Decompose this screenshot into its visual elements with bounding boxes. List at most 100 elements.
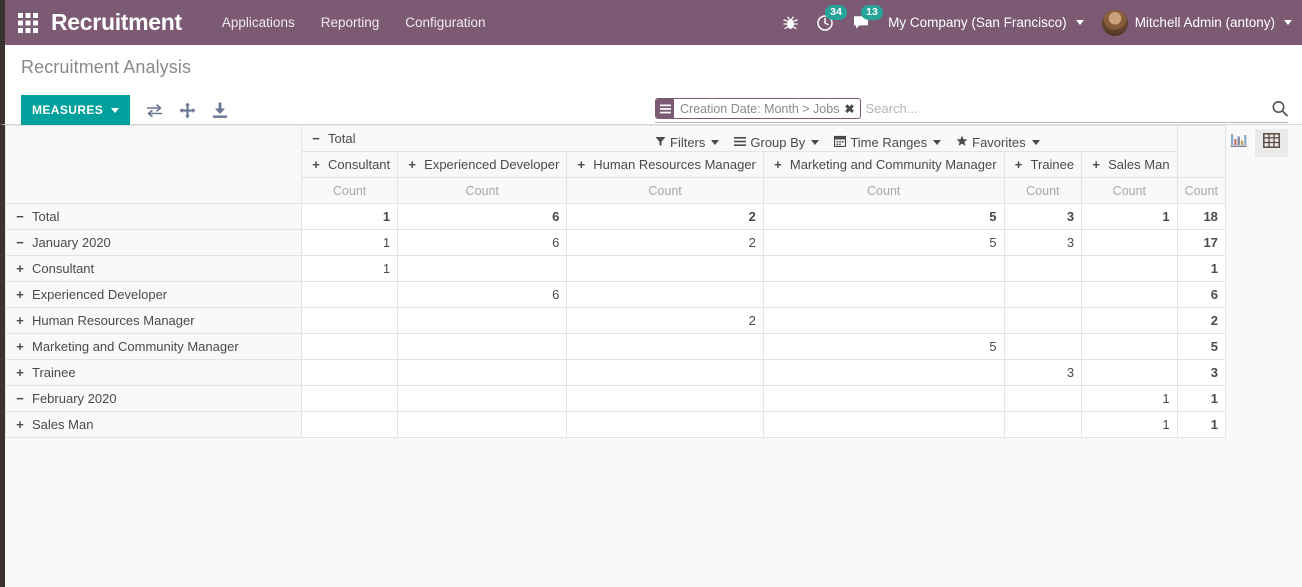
time-ranges-dropdown[interactable]: Time Ranges	[834, 135, 942, 150]
pivot-cell[interactable]	[1081, 255, 1178, 282]
pivot-cell[interactable]: 2	[566, 307, 764, 334]
expand-icon[interactable]: +	[309, 158, 323, 171]
pivot-cell[interactable]	[1081, 307, 1178, 334]
pivot-row-total-cell[interactable]: 1	[1176, 411, 1226, 438]
pivot-cell[interactable]	[566, 411, 764, 438]
remove-facet-icon[interactable]: ✖	[844, 103, 859, 115]
pivot-cell[interactable]: 5	[762, 333, 1005, 360]
pivot-row-header[interactable]: + Sales Man	[5, 411, 302, 438]
pivot-cell[interactable]	[300, 385, 399, 412]
pivot-cell[interactable]	[300, 333, 399, 360]
expand-icon[interactable]: +	[1089, 158, 1103, 171]
pivot-row-total-cell[interactable]: 1	[1176, 385, 1226, 412]
expand-icon[interactable]: +	[13, 366, 27, 379]
pivot-cell[interactable]	[397, 359, 568, 386]
pivot-row-header[interactable]: − February 2020	[5, 385, 302, 412]
pivot-cell[interactable]	[762, 385, 1005, 412]
search-icon[interactable]	[1265, 100, 1288, 117]
pivot-cell[interactable]	[1081, 333, 1178, 360]
pivot-col-marketing-and-community-manager[interactable]: + Marketing and Community Manager	[762, 151, 1005, 178]
expand-icon[interactable]: +	[13, 288, 27, 301]
pivot-cell[interactable]: 2	[566, 203, 764, 230]
expand-all-icon[interactable]	[179, 102, 196, 119]
clock-activity-icon[interactable]: 34	[816, 4, 847, 32]
collapse-icon[interactable]: −	[13, 210, 27, 223]
pivot-col-trainee[interactable]: + Trainee	[1003, 151, 1083, 178]
pivot-row-header[interactable]: + Experienced Developer	[5, 281, 302, 308]
bug-icon[interactable]	[783, 15, 798, 31]
pivot-cell[interactable]: 1	[1081, 411, 1178, 438]
pivot-row-total-cell[interactable]: 18	[1176, 203, 1226, 230]
pivot-cell[interactable]	[762, 307, 1005, 334]
pivot-cell[interactable]	[300, 359, 399, 386]
pivot-cell[interactable]	[566, 255, 764, 282]
pivot-view-button[interactable]	[1255, 128, 1288, 157]
collapse-icon[interactable]: −	[13, 236, 27, 249]
pivot-cell[interactable]	[762, 359, 1005, 386]
pivot-row-header[interactable]: + Human Resources Manager	[5, 307, 302, 334]
collapse-icon[interactable]: −	[309, 132, 323, 145]
pivot-col-sales-man[interactable]: + Sales Man	[1081, 151, 1178, 178]
pivot-cell[interactable]: 6	[397, 229, 568, 256]
pivot-cell[interactable]	[1003, 255, 1083, 282]
pivot-row-header[interactable]: + Marketing and Community Manager	[5, 333, 302, 360]
group-by-dropdown[interactable]: Group By	[734, 135, 820, 150]
pivot-cell[interactable]	[300, 307, 399, 334]
pivot-cell[interactable]	[566, 281, 764, 308]
measures-button[interactable]: MEASURES	[21, 95, 131, 125]
measure-header[interactable]: Count	[397, 177, 568, 204]
pivot-cell[interactable]	[1081, 359, 1178, 386]
measure-header[interactable]: Count	[300, 177, 399, 204]
pivot-cell[interactable]	[1003, 411, 1083, 438]
pivot-col-human-resources-manager[interactable]: + Human Resources Manager	[566, 151, 764, 178]
pivot-cell[interactable]: 1	[1081, 203, 1178, 230]
expand-icon[interactable]: +	[771, 158, 785, 171]
pivot-row-header[interactable]: + Consultant	[5, 255, 302, 282]
download-xlsx-icon[interactable]	[212, 102, 228, 119]
pivot-cell[interactable]: 1	[300, 229, 399, 256]
pivot-row-header[interactable]: − January 2020	[5, 229, 302, 256]
pivot-row-total-cell[interactable]: 2	[1176, 307, 1226, 334]
filters-dropdown[interactable]: Filters	[655, 135, 720, 150]
company-switcher[interactable]: My Company (San Francisco)	[888, 15, 1084, 30]
pivot-row-total-cell[interactable]: 5	[1176, 333, 1226, 360]
pivot-cell[interactable]: 2	[566, 229, 764, 256]
expand-icon[interactable]: +	[13, 314, 27, 327]
pivot-cell[interactable]: 6	[397, 281, 568, 308]
expand-icon[interactable]: +	[13, 262, 27, 275]
pivot-cell[interactable]: 3	[1003, 229, 1083, 256]
pivot-cell[interactable]: 3	[1003, 359, 1083, 386]
pivot-cell[interactable]	[300, 281, 399, 308]
pivot-cell[interactable]	[566, 359, 764, 386]
measure-header[interactable]: Count	[1003, 177, 1083, 204]
pivot-cell[interactable]	[1081, 229, 1178, 256]
collapse-icon[interactable]: −	[13, 392, 27, 405]
pivot-row-total-cell[interactable]: 3	[1176, 359, 1226, 386]
pivot-cell[interactable]	[1003, 281, 1083, 308]
pivot-cell[interactable]	[1081, 281, 1178, 308]
pivot-cell[interactable]	[762, 255, 1005, 282]
pivot-cell[interactable]	[1003, 307, 1083, 334]
pivot-cell[interactable]: 5	[762, 229, 1005, 256]
pivot-cell[interactable]: 3	[1003, 203, 1083, 230]
pivot-row-header[interactable]: − Total	[5, 203, 302, 230]
menu-item-reporting[interactable]: Reporting	[321, 15, 380, 30]
menu-item-applications[interactable]: Applications	[222, 15, 295, 30]
pivot-row-total-cell[interactable]: 17	[1176, 229, 1226, 256]
pivot-cell[interactable]	[762, 281, 1005, 308]
measure-header[interactable]: Count	[762, 177, 1005, 204]
pivot-row-total-cell[interactable]: 1	[1176, 255, 1226, 282]
apps-grid-icon[interactable]	[5, 12, 51, 34]
expand-icon[interactable]: +	[1012, 158, 1026, 171]
pivot-cell[interactable]	[397, 385, 568, 412]
measure-header[interactable]: Count	[1081, 177, 1178, 204]
pivot-cell[interactable]	[1003, 385, 1083, 412]
pivot-cell[interactable]	[397, 411, 568, 438]
app-brand-title[interactable]: Recruitment	[51, 9, 182, 36]
expand-icon[interactable]: +	[574, 158, 588, 171]
chat-messages-icon[interactable]: 13	[852, 5, 883, 31]
pivot-cell[interactable]: 1	[300, 255, 399, 282]
pivot-cell[interactable]: 6	[397, 203, 568, 230]
pivot-cell[interactable]	[397, 333, 568, 360]
expand-icon[interactable]: +	[405, 158, 419, 171]
